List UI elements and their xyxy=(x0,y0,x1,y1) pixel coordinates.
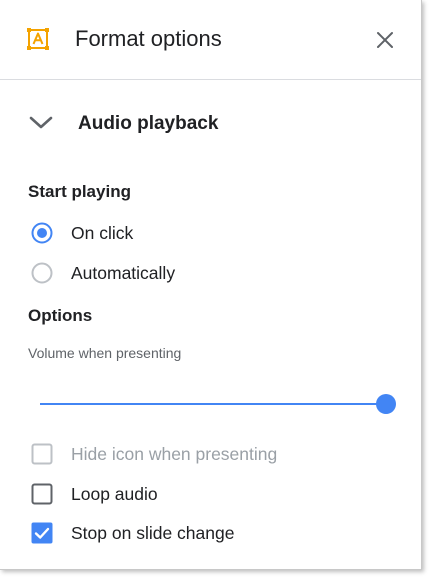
radio-label: On click xyxy=(71,223,134,243)
checkbox-label: Loop audio xyxy=(71,484,158,504)
section-title: Audio playback xyxy=(78,113,219,134)
radio-unselected-icon xyxy=(31,262,53,284)
checkbox-checked-icon xyxy=(31,522,53,544)
radio-automatically[interactable]: Automatically xyxy=(28,258,408,288)
panel-title: Format options xyxy=(75,26,222,51)
radio-on-click[interactable]: On click xyxy=(28,218,408,248)
slider-thumb[interactable] xyxy=(376,394,396,414)
checkbox-hide-icon[interactable]: Hide icon when presenting xyxy=(28,439,408,469)
audio-playback-section-toggle[interactable]: Audio playback xyxy=(0,100,421,148)
radio-selected-icon xyxy=(31,222,53,244)
radio-label: Automatically xyxy=(71,263,176,283)
checkbox-disabled-icon xyxy=(31,443,53,465)
checkbox-loop-audio[interactable]: Loop audio xyxy=(28,479,408,509)
slider-track xyxy=(40,403,386,405)
volume-slider[interactable] xyxy=(38,391,398,417)
start-playing-label: Start playing xyxy=(28,182,131,201)
checkbox-label: Stop on slide change xyxy=(71,523,235,543)
format-options-panel: Format options Audio playback Start play… xyxy=(0,0,422,570)
volume-label: Volume when presenting xyxy=(28,345,182,361)
panel-header: Format options xyxy=(0,0,421,80)
checkbox-stop-on-slide-change[interactable]: Stop on slide change xyxy=(28,518,408,548)
format-options-icon xyxy=(26,27,50,51)
chevron-down-icon xyxy=(28,113,54,133)
checkbox-label: Hide icon when presenting xyxy=(71,444,278,464)
checkbox-unchecked-icon xyxy=(31,483,53,505)
close-icon xyxy=(377,32,393,48)
close-button[interactable] xyxy=(372,27,398,53)
options-label: Options xyxy=(28,306,93,325)
